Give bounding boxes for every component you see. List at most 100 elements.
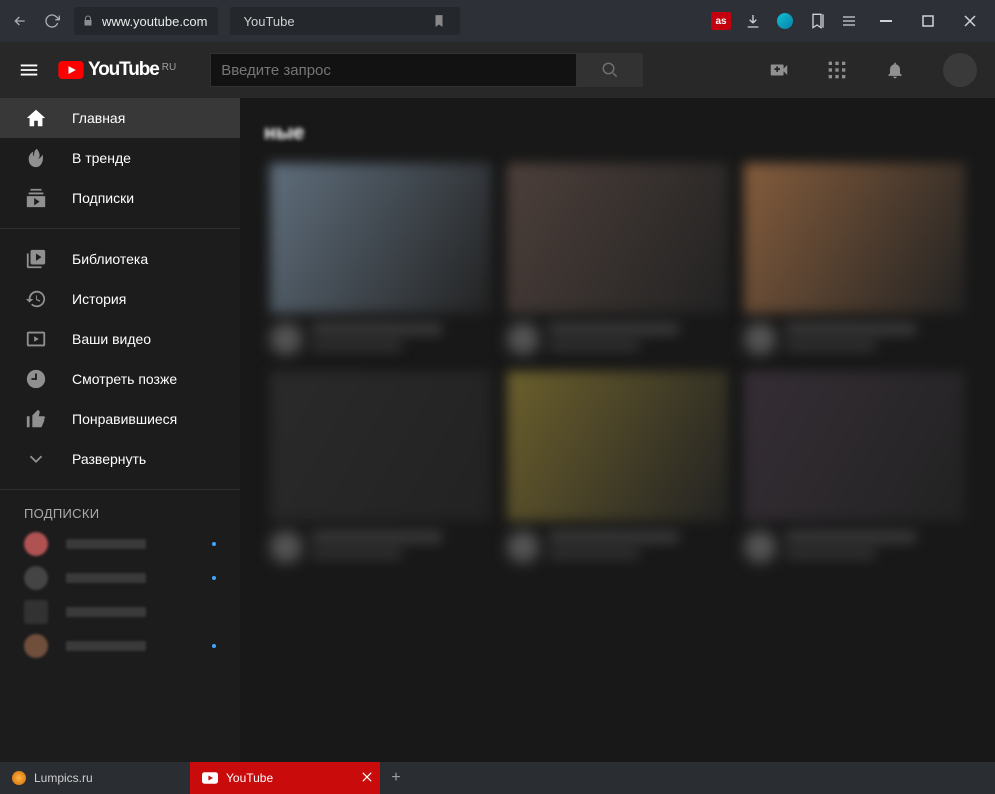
reload-button[interactable] bbox=[42, 11, 62, 31]
channel-avatar bbox=[24, 600, 48, 624]
extension-lastfm-icon[interactable]: as bbox=[711, 12, 731, 30]
url-bar[interactable]: www.youtube.com bbox=[74, 7, 218, 35]
sidebar-item-trending[interactable]: В тренде bbox=[0, 138, 240, 178]
downloads-icon[interactable] bbox=[743, 11, 763, 31]
subscription-row[interactable] bbox=[0, 629, 240, 663]
sidebar-item-label: Главная bbox=[72, 110, 125, 126]
back-button[interactable] bbox=[10, 11, 30, 31]
search-input[interactable] bbox=[210, 53, 577, 87]
browser-tab-title: YouTube bbox=[230, 7, 460, 35]
page-body: Главная В тренде Подписки Библиотека Ист… bbox=[0, 98, 995, 762]
video-grid bbox=[270, 163, 965, 563]
video-card[interactable] bbox=[507, 163, 728, 355]
sidebar-item-library[interactable]: Библиотека bbox=[0, 239, 240, 279]
video-subtitle-blurred bbox=[312, 341, 402, 351]
sidebar-separator bbox=[0, 228, 240, 229]
new-content-dot bbox=[212, 542, 216, 546]
sidebar-subs-heading: ПОДПИСКИ bbox=[0, 500, 240, 527]
taskbar-tab-youtube[interactable]: YouTube bbox=[190, 762, 380, 794]
channel-name-blurred bbox=[66, 539, 146, 549]
youtube-logo[interactable]: YouTube RU bbox=[58, 59, 176, 81]
taskbar-tab-lumpics[interactable]: Lumpics.ru bbox=[0, 762, 190, 794]
guide-menu-button[interactable] bbox=[18, 59, 40, 81]
browser-menu-icon[interactable] bbox=[839, 11, 859, 31]
sidebar-item-history[interactable]: История bbox=[0, 279, 240, 319]
video-subtitle-blurred bbox=[549, 341, 639, 351]
video-thumbnail bbox=[270, 371, 491, 521]
sidebar-item-watch-later[interactable]: Смотреть позже bbox=[0, 359, 240, 399]
video-title-blurred bbox=[312, 531, 442, 543]
video-thumbnail bbox=[270, 163, 491, 313]
video-card[interactable] bbox=[270, 163, 491, 355]
window-maximize[interactable] bbox=[913, 7, 943, 35]
chevron-down-icon bbox=[24, 447, 48, 471]
sidebar-item-label: Подписки bbox=[72, 190, 134, 206]
sidebar-item-label: Понравившиеся bbox=[72, 411, 177, 427]
trending-icon bbox=[24, 146, 48, 170]
user-avatar[interactable] bbox=[943, 53, 977, 87]
channel-avatar bbox=[507, 323, 539, 355]
channel-name-blurred bbox=[66, 607, 146, 617]
subscription-row[interactable] bbox=[0, 595, 240, 629]
sidebar: Главная В тренде Подписки Библиотека Ист… bbox=[0, 98, 240, 762]
video-card[interactable] bbox=[270, 371, 491, 563]
channel-avatar bbox=[744, 531, 776, 563]
create-video-icon[interactable] bbox=[767, 58, 791, 82]
video-thumbnail bbox=[507, 371, 728, 521]
subscription-row[interactable] bbox=[0, 527, 240, 561]
section-title-blurred: ные bbox=[264, 122, 965, 145]
sidebar-item-label: История bbox=[72, 291, 126, 307]
bookmarks-bar-icon[interactable] bbox=[807, 11, 827, 31]
video-thumbnail bbox=[744, 371, 965, 521]
apps-grid-icon[interactable] bbox=[825, 58, 849, 82]
channel-name-blurred bbox=[66, 641, 146, 651]
sidebar-separator bbox=[0, 489, 240, 490]
video-meta bbox=[270, 531, 491, 563]
video-meta bbox=[744, 531, 965, 563]
history-icon bbox=[24, 287, 48, 311]
bookmark-icon[interactable] bbox=[432, 14, 446, 28]
taskbar: Lumpics.ru YouTube + bbox=[0, 762, 995, 794]
search-button[interactable] bbox=[577, 53, 643, 87]
youtube-header: YouTube RU bbox=[0, 42, 995, 98]
taskbar-tab-label: Lumpics.ru bbox=[34, 771, 93, 785]
video-card[interactable] bbox=[744, 371, 965, 563]
window-close[interactable] bbox=[955, 7, 985, 35]
video-meta bbox=[507, 531, 728, 563]
library-icon bbox=[24, 247, 48, 271]
video-meta bbox=[507, 323, 728, 355]
video-meta bbox=[270, 323, 491, 355]
sidebar-item-label: Развернуть bbox=[72, 451, 146, 467]
video-card[interactable] bbox=[744, 163, 965, 355]
video-title-blurred bbox=[786, 531, 916, 543]
liked-icon bbox=[24, 407, 48, 431]
taskbar-tab-label: YouTube bbox=[226, 771, 273, 785]
home-icon bbox=[24, 106, 48, 130]
video-card[interactable] bbox=[507, 371, 728, 563]
new-content-dot bbox=[212, 644, 216, 648]
sidebar-item-expand[interactable]: Развернуть bbox=[0, 439, 240, 479]
video-subtitle-blurred bbox=[312, 549, 402, 559]
sidebar-item-label: Смотреть позже bbox=[72, 371, 177, 387]
sidebar-item-home[interactable]: Главная bbox=[0, 98, 240, 138]
sidebar-item-subscriptions[interactable]: Подписки bbox=[0, 178, 240, 218]
subscription-row[interactable] bbox=[0, 561, 240, 595]
new-content-dot bbox=[212, 576, 216, 580]
favicon-youtube bbox=[202, 772, 218, 784]
video-subtitle-blurred bbox=[786, 549, 876, 559]
notifications-icon[interactable] bbox=[883, 58, 907, 82]
watch-later-icon bbox=[24, 367, 48, 391]
sidebar-item-your-videos[interactable]: Ваши видео bbox=[0, 319, 240, 359]
video-subtitle-blurred bbox=[786, 341, 876, 351]
sidebar-item-liked[interactable]: Понравившиеся bbox=[0, 399, 240, 439]
new-tab-button[interactable]: + bbox=[380, 762, 412, 794]
tab-close-icon[interactable] bbox=[362, 771, 372, 785]
sidebar-item-label: В тренде bbox=[72, 150, 131, 166]
channel-avatar bbox=[270, 531, 302, 563]
window-minimize[interactable] bbox=[871, 7, 901, 35]
account-icon[interactable] bbox=[775, 11, 795, 31]
channel-avatar bbox=[270, 323, 302, 355]
youtube-logo-text: YouTube bbox=[88, 59, 159, 81]
video-title-blurred bbox=[312, 323, 442, 335]
sidebar-item-label: Библиотека bbox=[72, 251, 148, 267]
